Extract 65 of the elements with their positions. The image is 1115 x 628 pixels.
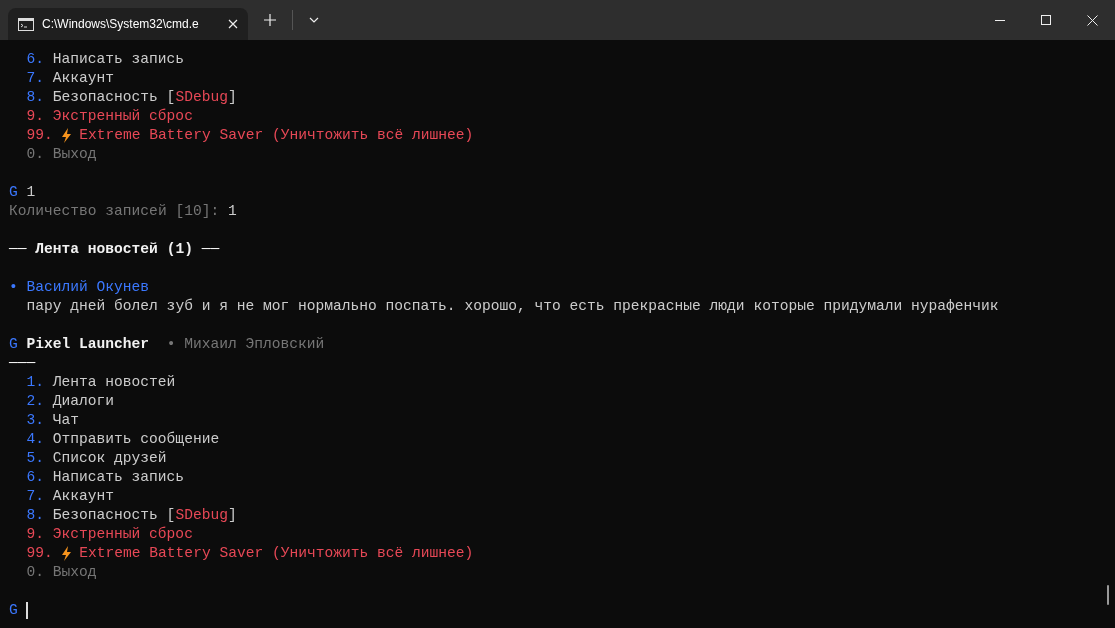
item-label: Написать запись — [52, 49, 185, 69]
item-label: Экстренный сброс — [52, 106, 193, 126]
item-label: Выход — [52, 562, 97, 582]
dropdown-button[interactable] — [309, 17, 319, 23]
command-text: • Михаил Эпловский — [166, 334, 325, 354]
close-icon — [1086, 14, 1098, 26]
item-label: Безопасность [ — [52, 87, 176, 107]
item-number: 1. — [26, 372, 44, 392]
command-text: Pixel Launcher — [26, 334, 150, 354]
post-text: пару дней болел зуб и я не мог нормально поспать. хорошо, что есть прекрасные люди которые придумали нурафенчик — [26, 296, 999, 316]
maximize-icon — [1041, 15, 1051, 25]
lightning-icon — [61, 127, 71, 143]
item-number: 8. — [26, 505, 44, 525]
item-number: 7. — [26, 486, 44, 506]
item-label: Лента новостей — [52, 372, 176, 392]
item-label: Выход — [52, 144, 97, 164]
item-label: Экстренный сброс — [52, 524, 193, 544]
item-label: Список друзей — [52, 448, 167, 468]
scrollbar-thumb[interactable] — [1107, 585, 1109, 605]
item-label: Диалоги — [52, 391, 115, 411]
close-icon — [228, 19, 238, 29]
item-label: Аккаунт — [52, 68, 115, 88]
item-label: ] — [227, 87, 237, 107]
minimize-icon — [995, 19, 1005, 21]
item-label: Аккаунт — [52, 486, 115, 506]
item-number: 99. — [26, 543, 53, 563]
item-number: 6. — [26, 467, 44, 487]
section-heading: ── Лента новостей (1) ── — [9, 239, 220, 259]
item-label: Написать запись — [52, 467, 185, 487]
plus-icon — [264, 14, 276, 26]
item-label: Отправить сообщение — [52, 429, 220, 449]
item-number: 4. — [26, 429, 44, 449]
close-tab-button[interactable] — [228, 19, 238, 29]
underline-rule: ─── — [9, 353, 36, 373]
prompt-symbol: G — [9, 600, 18, 620]
new-tab-button[interactable] — [264, 14, 276, 26]
command-text: 1 — [26, 182, 36, 202]
item-label: Безопасность [ — [52, 505, 176, 525]
item-number: 5. — [26, 448, 44, 468]
output-text: Количество записей [10]: — [9, 201, 220, 221]
item-label: Чат — [52, 410, 80, 430]
item-label: ] — [227, 505, 237, 525]
item-number: 7. — [26, 68, 44, 88]
item-number: 0. — [26, 562, 44, 582]
terminal-tab[interactable]: C:\Windows\System32\cmd.e — [8, 8, 248, 40]
item-label: SDebug — [175, 505, 228, 525]
item-number: 99. — [26, 125, 53, 145]
item-label: Extreme Battery Saver (Уничтожить всё лишнее) — [79, 125, 474, 145]
lightning-icon — [61, 545, 71, 561]
prompt-symbol: G — [9, 334, 18, 354]
item-label: SDebug — [175, 87, 228, 107]
item-number: 3. — [26, 410, 44, 430]
item-number: 6. — [26, 49, 44, 69]
author-name: • Василий Окунев — [9, 277, 150, 297]
item-number: 9. — [26, 524, 44, 544]
prompt-symbol: G — [9, 182, 18, 202]
chevron-down-icon — [309, 17, 319, 23]
item-number: 2. — [26, 391, 44, 411]
terminal-icon — [18, 17, 34, 31]
tab-title: C:\Windows\System32\cmd.e — [42, 16, 200, 33]
item-number: 8. — [26, 87, 44, 107]
item-number: 9. — [26, 106, 44, 126]
item-number: 0. — [26, 144, 44, 164]
output-value: 1 — [227, 201, 237, 221]
item-label: Extreme Battery Saver (Уничтожить всё лишнее) — [79, 543, 474, 563]
